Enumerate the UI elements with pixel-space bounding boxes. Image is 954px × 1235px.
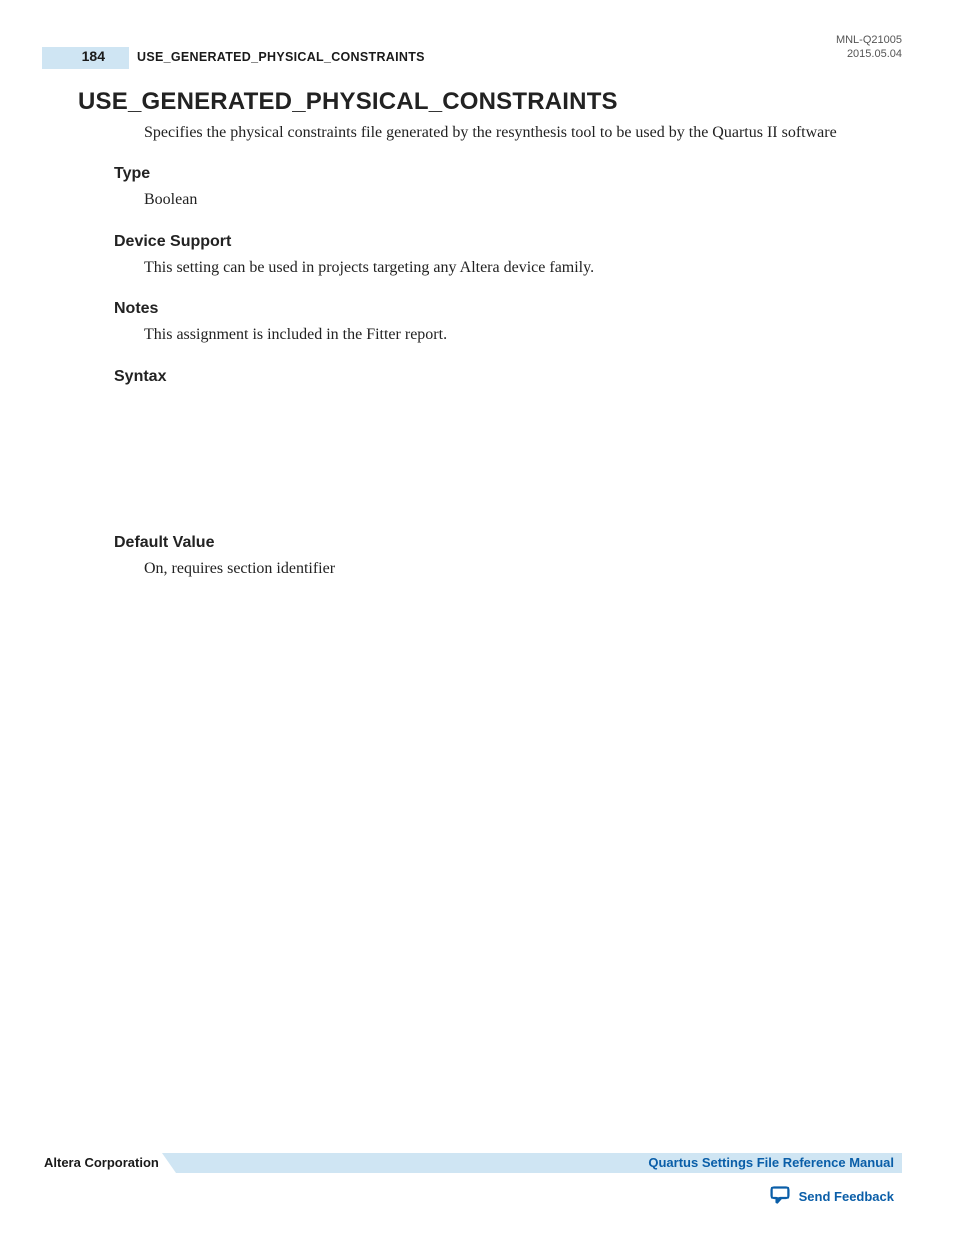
section-heading-syntax: Syntax (114, 368, 902, 386)
running-title: USE_GENERATED_PHYSICAL_CONSTRAINTS (137, 50, 425, 64)
footer-company: Altera Corporation (44, 1155, 159, 1170)
speech-bubble-icon (769, 1185, 791, 1208)
document-date: 2015.05.04 (836, 47, 902, 61)
page: 184 USE_GENERATED_PHYSICAL_CONSTRAINTS M… (0, 0, 954, 1235)
page-footer: Altera Corporation Quartus Settings File… (44, 1153, 902, 1173)
section-text-notes: This assignment is included in the Fitte… (78, 324, 902, 346)
section-type: Type Boolean (78, 165, 902, 211)
section-heading-default-value: Default Value (114, 534, 902, 552)
section-notes: Notes This assignment is included in the… (78, 300, 902, 346)
section-heading-notes: Notes (114, 300, 902, 318)
section-text-device-support: This setting can be used in projects tar… (78, 257, 902, 279)
page-header: 184 USE_GENERATED_PHYSICAL_CONSTRAINTS M… (42, 47, 902, 69)
section-syntax: Syntax (78, 368, 902, 512)
section-heading-type: Type (114, 165, 902, 183)
page-content: USE_GENERATED_PHYSICAL_CONSTRAINTS Speci… (78, 88, 902, 601)
send-feedback-link[interactable]: Send Feedback (769, 1185, 894, 1208)
footer-bar: Altera Corporation Quartus Settings File… (44, 1153, 902, 1173)
page-title: USE_GENERATED_PHYSICAL_CONSTRAINTS (78, 88, 902, 116)
document-id: MNL-Q21005 (836, 33, 902, 47)
title-description: Specifies the physical constraints file … (78, 122, 902, 143)
syntax-placeholder (78, 392, 902, 512)
footer-manual-link[interactable]: Quartus Settings File Reference Manual (648, 1155, 894, 1170)
page-number: 184 (42, 48, 105, 64)
send-feedback-label: Send Feedback (799, 1189, 894, 1204)
section-text-default-value: On, requires section identifier (78, 558, 902, 580)
document-meta: MNL-Q21005 2015.05.04 (836, 33, 902, 61)
section-device-support: Device Support This setting can be used … (78, 233, 902, 279)
section-text-type: Boolean (78, 189, 902, 211)
section-default-value: Default Value On, requires section ident… (78, 534, 902, 580)
section-heading-device-support: Device Support (114, 233, 902, 251)
